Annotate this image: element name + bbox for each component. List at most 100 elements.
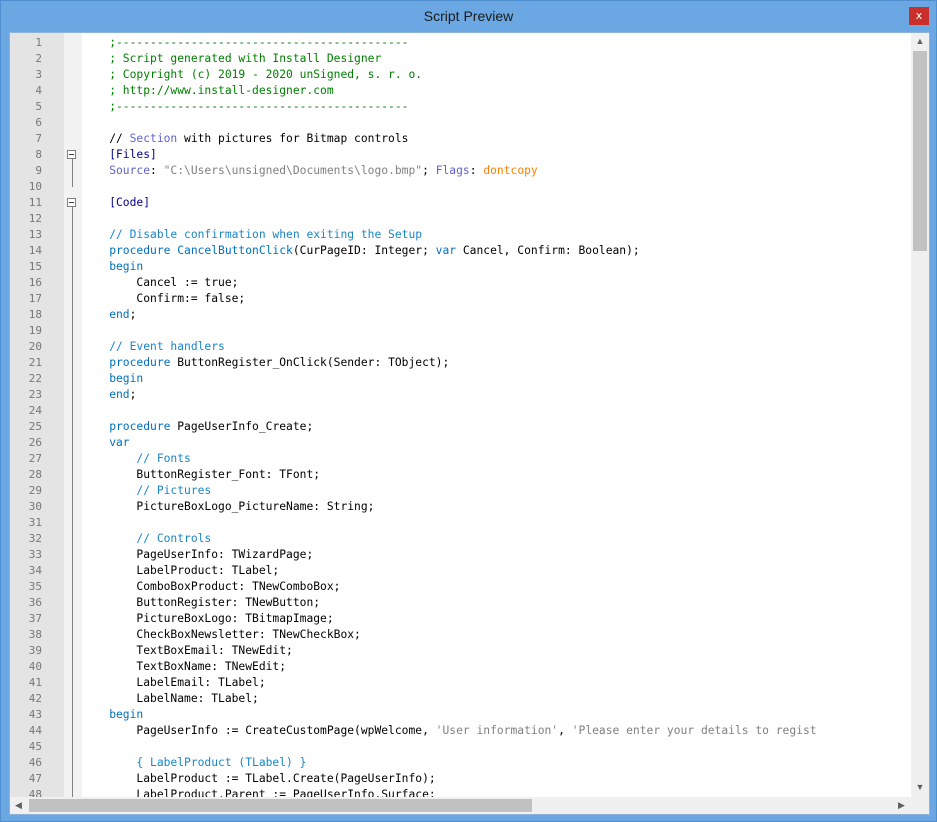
- line-number: 35: [28, 580, 42, 593]
- code-line[interactable]: Cancel := true;: [82, 275, 238, 291]
- fold-collapse-icon[interactable]: [67, 150, 76, 159]
- code-line[interactable]: ButtonRegister: TNewButton;: [82, 595, 320, 611]
- code-line[interactable]: [Files]: [82, 147, 157, 163]
- line-number: 19: [28, 324, 42, 337]
- line-number: 8: [35, 148, 42, 161]
- code-line[interactable]: [Code]: [82, 195, 150, 211]
- code-line[interactable]: LabelProduct := TLabel.Create(PageUserIn…: [82, 771, 435, 787]
- code-token: ; Script generated with Install Designer: [82, 52, 382, 65]
- vertical-scrollbar[interactable]: ▲ ▼: [911, 33, 929, 797]
- scroll-left-arrow-icon[interactable]: ◀: [10, 797, 27, 814]
- line-number: 37: [28, 612, 42, 625]
- code-line[interactable]: LabelName: TLabel;: [82, 691, 259, 707]
- code-line[interactable]: ;---------------------------------------…: [82, 35, 408, 51]
- line-number: 25: [28, 420, 42, 433]
- code-line[interactable]: CheckBoxNewsletter: TNewCheckBox;: [82, 627, 361, 643]
- line-number: 16: [28, 276, 42, 289]
- code-line[interactable]: ButtonRegister_Font: TFont;: [82, 467, 320, 483]
- code-area[interactable]: ;---------------------------------------…: [82, 33, 911, 797]
- code-line[interactable]: // Disable confirmation when exiting the…: [82, 227, 422, 243]
- code-line[interactable]: ComboBoxProduct: TNewComboBox;: [82, 579, 340, 595]
- code-line[interactable]: PageUserInfo := CreateCustomPage(wpWelco…: [82, 723, 817, 739]
- code-token: ; Copyright (c) 2019 - 2020 unSigned, s.…: [82, 68, 423, 81]
- code-token: // Fonts: [82, 452, 191, 465]
- line-number: 7: [35, 132, 42, 145]
- code-token: :: [469, 164, 484, 177]
- code-line[interactable]: // Event handlers: [82, 339, 225, 355]
- scroll-up-arrow-icon[interactable]: ▲: [911, 33, 929, 50]
- code-token: ;: [129, 388, 137, 401]
- code-line[interactable]: procedure PageUserInfo_Create;: [82, 419, 313, 435]
- code-line[interactable]: ; http://www.install-designer.com: [82, 83, 334, 99]
- code-line[interactable]: end;: [82, 307, 136, 323]
- code-token: LabelProduct: TLabel;: [82, 564, 280, 577]
- code-line[interactable]: LabelProduct.Parent := PageUserInfo.Surf…: [82, 787, 435, 797]
- code-line[interactable]: ; Copyright (c) 2019 - 2020 unSigned, s.…: [82, 67, 422, 83]
- code-line[interactable]: PictureBoxLogo_PictureName: String;: [82, 499, 374, 515]
- line-number: 28: [28, 468, 42, 481]
- code-token: { LabelProduct (TLabel) }: [82, 756, 307, 769]
- code-token: TextBoxName: TNewEdit;: [82, 660, 287, 673]
- code-line[interactable]: // Section with pictures for Bitmap cont…: [82, 131, 408, 147]
- code-token: with pictures for Bitmap controls: [177, 132, 409, 145]
- code-line[interactable]: ;---------------------------------------…: [82, 99, 408, 115]
- code-line[interactable]: procedure ButtonRegister_OnClick(Sender:…: [82, 355, 449, 371]
- title-bar[interactable]: Script Preview x: [1, 1, 936, 32]
- code-line[interactable]: PageUserInfo: TWizardPage;: [82, 547, 313, 563]
- line-number: 14: [28, 244, 42, 257]
- code-line[interactable]: LabelProduct: TLabel;: [82, 563, 279, 579]
- code-line[interactable]: Confirm:= false;: [82, 291, 245, 307]
- code-line[interactable]: // Controls: [82, 531, 211, 547]
- code-token: ;: [422, 164, 436, 177]
- line-number: 36: [28, 596, 42, 609]
- code-line[interactable]: begin: [82, 259, 143, 275]
- code-line[interactable]: var: [82, 435, 130, 451]
- code-token: ButtonRegister_OnClick(Sender: TObject);: [170, 356, 450, 369]
- code-token: LabelName: TLabel;: [82, 692, 259, 705]
- code-editor[interactable]: 1 2 3 4 5 6 7 8 9 10 11 12 13 14 15 16 17 18 19 20 21 22 23 24 2…: [9, 32, 930, 815]
- line-number: 10: [28, 180, 42, 193]
- code-token: var: [435, 244, 457, 257]
- line-number: 23: [28, 388, 42, 401]
- code-line[interactable]: end;: [82, 387, 136, 403]
- code-line[interactable]: ; Script generated with Install Designer: [82, 51, 381, 67]
- code-line[interactable]: { LabelProduct (TLabel) }: [82, 755, 306, 771]
- scroll-right-arrow-icon[interactable]: ▶: [893, 797, 910, 814]
- code-token: Source: [82, 164, 151, 177]
- code-line[interactable]: PictureBoxLogo: TBitmapImage;: [82, 611, 333, 627]
- line-number: 42: [28, 692, 42, 705]
- fold-collapse-icon[interactable]: [67, 198, 76, 207]
- code-line[interactable]: TextBoxName: TNewEdit;: [82, 659, 286, 675]
- code-token: //: [82, 132, 130, 145]
- line-number: 33: [28, 548, 42, 561]
- line-number: 39: [28, 644, 42, 657]
- code-token: Section: [129, 132, 178, 145]
- code-token: ; http://www.install-designer.com: [82, 84, 334, 97]
- code-line[interactable]: procedure CancelButtonClick(CurPageID: I…: [82, 243, 640, 259]
- scroll-down-arrow-icon[interactable]: ▼: [911, 779, 929, 796]
- horizontal-scrollbar[interactable]: ◀ ▶: [10, 797, 911, 814]
- line-number: 31: [28, 516, 42, 529]
- code-line[interactable]: begin: [82, 707, 143, 723]
- code-token: 'Please enter your details to regist: [571, 724, 817, 737]
- line-number: 18: [28, 308, 42, 321]
- line-number: 38: [28, 628, 42, 641]
- code-token: // Event handlers: [82, 340, 225, 353]
- code-token: var: [82, 436, 130, 449]
- code-token: end: [82, 308, 130, 321]
- code-line[interactable]: begin: [82, 371, 143, 387]
- line-number: 3: [35, 68, 42, 81]
- close-button[interactable]: x: [909, 7, 929, 25]
- code-line[interactable]: LabelEmail: TLabel;: [82, 675, 265, 691]
- line-number: 11: [28, 196, 42, 209]
- code-token: begin: [82, 708, 144, 721]
- code-line[interactable]: Source: "C:\Users\unsigned\Documents\log…: [82, 163, 538, 179]
- code-line[interactable]: // Pictures: [82, 483, 211, 499]
- code-line[interactable]: TextBoxEmail: TNewEdit;: [82, 643, 292, 659]
- fold-guide-line: [72, 207, 73, 797]
- code-line[interactable]: // Fonts: [82, 451, 191, 467]
- horizontal-scroll-thumb[interactable]: [29, 799, 532, 812]
- vertical-scroll-thumb[interactable]: [913, 51, 927, 251]
- code-token: CheckBoxNewsletter: TNewCheckBox;: [82, 628, 361, 641]
- code-token: 'User information': [435, 724, 559, 737]
